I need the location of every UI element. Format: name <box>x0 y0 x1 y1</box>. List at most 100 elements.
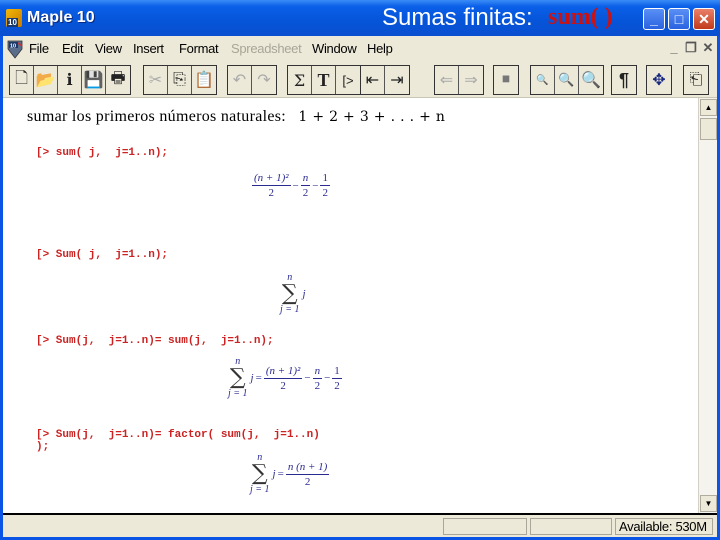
output-3: n ∑ j = 1 j = (n + 1)² 2 − n2 − 12 <box>228 356 342 399</box>
zoom-small-icon[interactable]: 🔍 <box>531 66 555 94</box>
toolbar-group-indent: ⇤ ⇥ <box>360 65 410 95</box>
menu-spreadsheet[interactable]: Spreadsheet <box>231 41 302 56</box>
save-icon[interactable]: 💾 <box>82 66 106 94</box>
sigma-3-lower: j = 1 <box>228 388 248 399</box>
output-4-numerator: n (n + 1) <box>285 460 330 475</box>
output-3-term-1-over-2: 12 <box>332 364 342 392</box>
scroll-down-button[interactable]: ▼ <box>700 495 717 512</box>
sigma-symbol-4: n ∑ j = 1 <box>250 452 270 495</box>
output-1-term-n-over-2: n2 <box>300 172 311 199</box>
cut-icon[interactable]: ✂ <box>144 66 168 94</box>
maple-window: 10 Maple 10 Sumas finitas: sum( ) _ □ ✕ … <box>0 0 720 540</box>
svg-text:10: 10 <box>10 43 16 49</box>
new-document-icon[interactable]: 🗋 <box>10 66 34 94</box>
toolbar-group-history: ↶ ↷ <box>227 65 277 95</box>
worksheet-heading: sumar los primeros números naturales: 1 … <box>27 108 445 126</box>
close-button[interactable]: ✕ <box>693 8 715 30</box>
toolbar-group-insert: Σ T [> <box>287 65 361 95</box>
output-1: (n + 1)² 2 − n2 − 12 <box>252 172 330 199</box>
zoom-medium-icon[interactable]: 🔍 <box>555 66 579 94</box>
scroll-up-button[interactable]: ▲ <box>700 99 717 116</box>
menu-file[interactable]: File <box>29 41 49 56</box>
app-icon-label: 10 <box>7 18 18 27</box>
minimize-button[interactable]: _ <box>643 8 665 30</box>
toolbar-group-stop: ⏹ <box>493 65 519 95</box>
status-panel-2 <box>530 518 612 535</box>
menu-window[interactable]: Window <box>312 41 357 56</box>
status-panel-1 <box>443 518 527 535</box>
toolbar-group-move: ✥ <box>646 65 672 95</box>
copy-icon[interactable]: ⎘ <box>168 66 192 94</box>
redo-icon[interactable]: ↷ <box>252 66 276 94</box>
restart-icon[interactable]: ⎗ <box>684 66 708 94</box>
toolbar-group-format: ¶ <box>611 65 637 95</box>
toolbar: 🗋 📂 ℹ 💾 🖶 ✂ ⎘ 📋 ↶ ↷ Σ T [> ⇤ ⇥ ⇐ ⇒ ⏹ 🔍 🔍… <box>3 62 717 98</box>
input-command-2[interactable]: [> Sum( j, j=1..n); <box>36 249 168 261</box>
heading-text: sumar los primeros números naturales: <box>27 108 287 125</box>
stop-icon[interactable]: ⏹ <box>494 66 518 94</box>
print-icon[interactable]: 🖶 <box>106 66 130 94</box>
toolbar-group-navigation: ⇐ ⇒ <box>434 65 484 95</box>
output-1-fraction: (n + 1)² 2 <box>252 172 291 199</box>
input-command-3[interactable]: [> Sum(j, j=1..n)= sum(j, j=1..n); <box>36 335 274 347</box>
back-arrow-icon[interactable]: ⇐ <box>435 66 459 94</box>
sigma-3-summand: j <box>250 372 254 384</box>
doc-close-button[interactable]: ✕ <box>700 40 716 56</box>
pilcrow-icon[interactable]: ¶ <box>612 66 636 94</box>
move-arrows-icon[interactable]: ✥ <box>647 66 671 94</box>
output-3-denominator: 2 <box>280 379 286 392</box>
scroll-thumb[interactable] <box>700 118 717 140</box>
document-info-icon[interactable]: ℹ <box>58 66 82 94</box>
slide-title: Sumas finitas: <box>382 4 533 31</box>
title-bar[interactable]: 10 Maple 10 Sumas finitas: sum( ) _ □ ✕ <box>0 0 720 36</box>
menu-help[interactable]: Help <box>367 41 393 56</box>
output-4: n ∑ j = 1 j = n (n + 1) 2 <box>250 452 330 495</box>
paste-icon[interactable]: 📋 <box>192 66 216 94</box>
zoom-large-icon[interactable]: 🔍 <box>579 66 603 94</box>
output-1-numerator: (n + 1)² <box>252 172 291 186</box>
sigma-math-icon[interactable]: Σ <box>288 66 312 94</box>
output-4-fraction: n (n + 1) 2 <box>285 460 330 488</box>
maple-app-icon: 10 <box>6 9 22 27</box>
outdent-icon[interactable]: ⇤ <box>361 66 385 94</box>
sigma-4-lower: j = 1 <box>250 484 270 495</box>
output-1-denominator: 2 <box>268 187 275 199</box>
input-command-4[interactable]: [> Sum(j, j=1..n)= factor( sum(j, j=1..n… <box>36 429 320 453</box>
output-3-fraction: (n + 1)² 2 <box>263 364 303 392</box>
open-folder-icon[interactable]: 📂 <box>34 66 58 94</box>
app-title: Maple 10 <box>27 9 95 26</box>
input-command-1[interactable]: [> sum( j, j=1..n); <box>36 147 168 159</box>
sigma-4-summand: j <box>272 468 276 480</box>
maple-leaf-icon[interactable]: 10 <box>6 39 24 59</box>
execution-group-icon[interactable]: [> <box>336 66 360 94</box>
doc-restore-button[interactable]: ❐ <box>683 40 699 56</box>
slide-title-code: sum( ) <box>548 4 613 30</box>
maximize-button[interactable]: □ <box>668 8 690 30</box>
menu-bar: 10 File Edit View Insert Format Spreadsh… <box>3 36 717 62</box>
undo-icon[interactable]: ↶ <box>228 66 252 94</box>
menu-insert[interactable]: Insert <box>133 41 164 56</box>
toolbar-group-restart: ⎗ <box>683 65 709 95</box>
output-3-numerator: (n + 1)² <box>263 364 303 379</box>
toolbar-group-file: 🗋 📂 ℹ 💾 🖶 <box>9 65 131 95</box>
sigma-2-summand: j <box>302 288 306 300</box>
menu-edit[interactable]: Edit <box>62 41 84 56</box>
output-4-denominator: 2 <box>304 475 311 488</box>
heading-math: 1 + 2 + 3 + . . . + n <box>298 109 446 125</box>
forward-arrow-icon[interactable]: ⇒ <box>459 66 483 94</box>
toolbar-group-clipboard: ✂ ⎘ 📋 <box>143 65 217 95</box>
sigma-symbol-3: n ∑ j = 1 <box>228 356 248 399</box>
menu-format[interactable]: Format <box>179 41 219 56</box>
status-bar: Available: 530M <box>3 513 717 537</box>
memory-status: Available: 530M <box>615 518 713 535</box>
menu-view[interactable]: View <box>95 41 122 56</box>
output-1-term-1-over-2: 12 <box>320 172 330 199</box>
text-T-icon[interactable]: T <box>312 66 336 94</box>
vertical-scrollbar[interactable]: ▲ ▼ <box>698 98 717 513</box>
output-3-term-n-over-2: n2 <box>312 364 323 392</box>
indent-icon[interactable]: ⇥ <box>385 66 409 94</box>
toolbar-group-zoom: 🔍 🔍 🔍 <box>530 65 604 95</box>
sigma-symbol-2: n ∑ j = 1 <box>280 272 300 315</box>
doc-minimize-button[interactable]: _ <box>666 40 682 56</box>
output-2: n ∑ j = 1 j <box>280 273 306 315</box>
